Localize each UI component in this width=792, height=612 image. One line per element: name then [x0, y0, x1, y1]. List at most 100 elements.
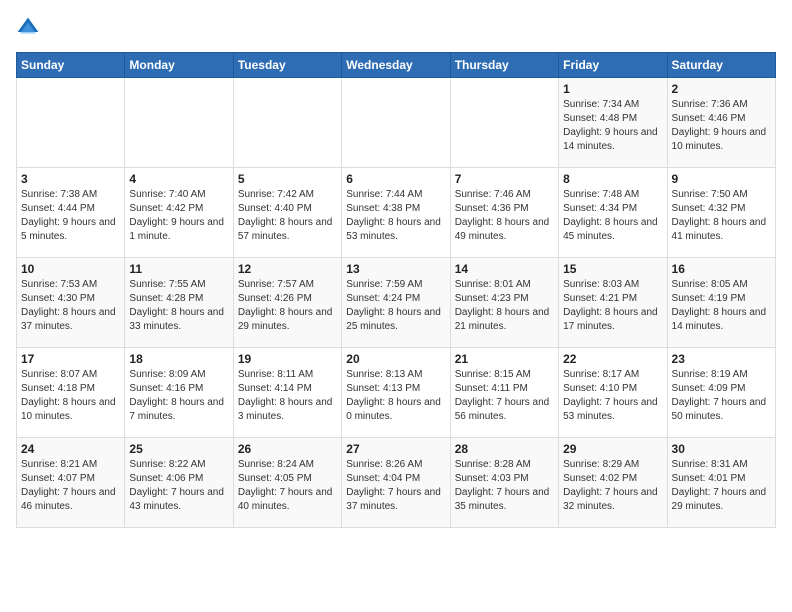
day-info: Sunrise: 7:50 AM Sunset: 4:32 PM Dayligh…	[672, 188, 771, 244]
day-number: 1	[563, 82, 662, 96]
day-number: 5	[238, 172, 337, 186]
day-number: 11	[129, 262, 228, 276]
day-info: Sunrise: 8:28 AM Sunset: 4:03 PM Dayligh…	[455, 458, 554, 514]
day-info: Sunrise: 8:31 AM Sunset: 4:01 PM Dayligh…	[672, 458, 771, 514]
day-number: 13	[346, 262, 445, 276]
calendar-cell: 24 Sunrise: 8:21 AM Sunset: 4:07 PM Dayli…	[17, 438, 125, 528]
calendar-cell: 14 Sunrise: 8:01 AM Sunset: 4:23 PM Dayli…	[450, 258, 558, 348]
day-info: Sunrise: 8:24 AM Sunset: 4:05 PM Dayligh…	[238, 458, 337, 514]
calendar-cell: 7Sunrise: 7:46 AM Sunset: 4:36 PM Daylig…	[450, 168, 558, 258]
day-number: 3	[21, 172, 120, 186]
day-number: 29	[563, 442, 662, 456]
day-info: Sunrise: 8:15 AM Sunset: 4:11 PM Dayligh…	[455, 368, 554, 424]
day-info: Sunrise: 7:59 AM Sunset: 4:24 PM Dayligh…	[346, 278, 445, 334]
calendar-cell: 27Sunrise: 8:26 AM Sunset: 4:04 PM Dayli…	[342, 438, 450, 528]
day-info: Sunrise: 7:34 AM Sunset: 4:48 PM Dayligh…	[563, 98, 662, 154]
calendar-week-row: 17 Sunrise: 8:07 AM Sunset: 4:18 PM Dayli…	[17, 348, 776, 438]
day-info: Sunrise: 7:40 AM Sunset: 4:42 PM Dayligh…	[129, 188, 228, 244]
day-info: Sunrise: 7:55 AM Sunset: 4:28 PM Dayligh…	[129, 278, 228, 334]
day-info: Sunrise: 8:29 AM Sunset: 4:02 PM Dayligh…	[563, 458, 662, 514]
calendar-header-friday: Friday	[559, 53, 667, 78]
calendar-cell: 30 Sunrise: 8:31 AM Sunset: 4:01 PM Dayli…	[667, 438, 775, 528]
calendar-week-row: 24 Sunrise: 8:21 AM Sunset: 4:07 PM Dayli…	[17, 438, 776, 528]
day-number: 2	[672, 82, 771, 96]
day-number: 18	[129, 352, 228, 366]
calendar-header-tuesday: Tuesday	[233, 53, 341, 78]
day-number: 4	[129, 172, 228, 186]
day-number: 24	[21, 442, 120, 456]
calendar-cell: 21 Sunrise: 8:15 AM Sunset: 4:11 PM Dayli…	[450, 348, 558, 438]
calendar-cell: 25Sunrise: 8:22 AM Sunset: 4:06 PM Dayli…	[125, 438, 233, 528]
day-number: 20	[346, 352, 445, 366]
day-info: Sunrise: 8:03 AM Sunset: 4:21 PM Dayligh…	[563, 278, 662, 334]
day-number: 27	[346, 442, 445, 456]
day-info: Sunrise: 8:19 AM Sunset: 4:09 PM Dayligh…	[672, 368, 771, 424]
calendar-cell: 19 Sunrise: 8:11 AM Sunset: 4:14 PM Dayli…	[233, 348, 341, 438]
calendar-cell: 5Sunrise: 7:42 AM Sunset: 4:40 PM Daylig…	[233, 168, 341, 258]
calendar-week-row: 1 Sunrise: 7:34 AM Sunset: 4:48 PM Daylig…	[17, 78, 776, 168]
calendar-cell: 8 Sunrise: 7:48 AM Sunset: 4:34 PM Daylig…	[559, 168, 667, 258]
day-info: Sunrise: 7:53 AM Sunset: 4:30 PM Dayligh…	[21, 278, 120, 334]
calendar-cell	[17, 78, 125, 168]
day-number: 22	[563, 352, 662, 366]
calendar-cell	[450, 78, 558, 168]
day-number: 14	[455, 262, 554, 276]
calendar-cell: 20 Sunrise: 8:13 AM Sunset: 4:13 PM Dayli…	[342, 348, 450, 438]
day-number: 12	[238, 262, 337, 276]
calendar-cell: 1 Sunrise: 7:34 AM Sunset: 4:48 PM Daylig…	[559, 78, 667, 168]
calendar-header-row: SundayMondayTuesdayWednesdayThursdayFrid…	[17, 53, 776, 78]
day-info: Sunrise: 8:05 AM Sunset: 4:19 PM Dayligh…	[672, 278, 771, 334]
logo-icon	[16, 16, 40, 40]
day-number: 26	[238, 442, 337, 456]
calendar-cell: 23 Sunrise: 8:19 AM Sunset: 4:09 PM Dayli…	[667, 348, 775, 438]
day-number: 10	[21, 262, 120, 276]
day-info: Sunrise: 8:11 AM Sunset: 4:14 PM Dayligh…	[238, 368, 337, 424]
day-info: Sunrise: 7:38 AM Sunset: 4:44 PM Dayligh…	[21, 188, 120, 244]
calendar-cell: 26 Sunrise: 8:24 AM Sunset: 4:05 PM Dayli…	[233, 438, 341, 528]
day-info: Sunrise: 7:48 AM Sunset: 4:34 PM Dayligh…	[563, 188, 662, 244]
day-number: 8	[563, 172, 662, 186]
day-number: 9	[672, 172, 771, 186]
calendar-week-row: 3 Sunrise: 7:38 AM Sunset: 4:44 PM Daylig…	[17, 168, 776, 258]
header	[16, 16, 776, 40]
calendar-cell: 17 Sunrise: 8:07 AM Sunset: 4:18 PM Dayli…	[17, 348, 125, 438]
calendar-header-wednesday: Wednesday	[342, 53, 450, 78]
calendar-cell	[233, 78, 341, 168]
calendar-cell: 15Sunrise: 8:03 AM Sunset: 4:21 PM Dayli…	[559, 258, 667, 348]
calendar-cell	[125, 78, 233, 168]
day-info: Sunrise: 8:21 AM Sunset: 4:07 PM Dayligh…	[21, 458, 120, 514]
day-info: Sunrise: 7:57 AM Sunset: 4:26 PM Dayligh…	[238, 278, 337, 334]
calendar-cell: 10 Sunrise: 7:53 AM Sunset: 4:30 PM Dayli…	[17, 258, 125, 348]
calendar-cell: 11 Sunrise: 7:55 AM Sunset: 4:28 PM Dayli…	[125, 258, 233, 348]
day-info: Sunrise: 8:13 AM Sunset: 4:13 PM Dayligh…	[346, 368, 445, 424]
calendar-cell: 4 Sunrise: 7:40 AM Sunset: 4:42 PM Daylig…	[125, 168, 233, 258]
calendar-week-row: 10 Sunrise: 7:53 AM Sunset: 4:30 PM Dayli…	[17, 258, 776, 348]
day-info: Sunrise: 8:07 AM Sunset: 4:18 PM Dayligh…	[21, 368, 120, 424]
day-info: Sunrise: 8:01 AM Sunset: 4:23 PM Dayligh…	[455, 278, 554, 334]
calendar-header-sunday: Sunday	[17, 53, 125, 78]
day-number: 7	[455, 172, 554, 186]
calendar-header-monday: Monday	[125, 53, 233, 78]
calendar-cell: 3 Sunrise: 7:38 AM Sunset: 4:44 PM Daylig…	[17, 168, 125, 258]
day-number: 17	[21, 352, 120, 366]
day-info: Sunrise: 8:17 AM Sunset: 4:10 PM Dayligh…	[563, 368, 662, 424]
calendar-cell: 22 Sunrise: 8:17 AM Sunset: 4:10 PM Dayli…	[559, 348, 667, 438]
calendar-cell: 29 Sunrise: 8:29 AM Sunset: 4:02 PM Dayli…	[559, 438, 667, 528]
calendar-header-thursday: Thursday	[450, 53, 558, 78]
calendar-cell: 13 Sunrise: 7:59 AM Sunset: 4:24 PM Dayli…	[342, 258, 450, 348]
day-info: Sunrise: 8:09 AM Sunset: 4:16 PM Dayligh…	[129, 368, 228, 424]
calendar-table: SundayMondayTuesdayWednesdayThursdayFrid…	[16, 52, 776, 528]
day-info: Sunrise: 7:36 AM Sunset: 4:46 PM Dayligh…	[672, 98, 771, 154]
calendar-cell: 9 Sunrise: 7:50 AM Sunset: 4:32 PM Daylig…	[667, 168, 775, 258]
calendar-cell: 12 Sunrise: 7:57 AM Sunset: 4:26 PM Dayli…	[233, 258, 341, 348]
calendar-header-saturday: Saturday	[667, 53, 775, 78]
day-number: 19	[238, 352, 337, 366]
calendar-cell: 18 Sunrise: 8:09 AM Sunset: 4:16 PM Dayli…	[125, 348, 233, 438]
day-number: 30	[672, 442, 771, 456]
day-number: 28	[455, 442, 554, 456]
calendar-cell	[342, 78, 450, 168]
day-number: 16	[672, 262, 771, 276]
day-info: Sunrise: 8:22 AM Sunset: 4:06 PM Dayligh…	[129, 458, 228, 514]
day-number: 23	[672, 352, 771, 366]
day-number: 21	[455, 352, 554, 366]
